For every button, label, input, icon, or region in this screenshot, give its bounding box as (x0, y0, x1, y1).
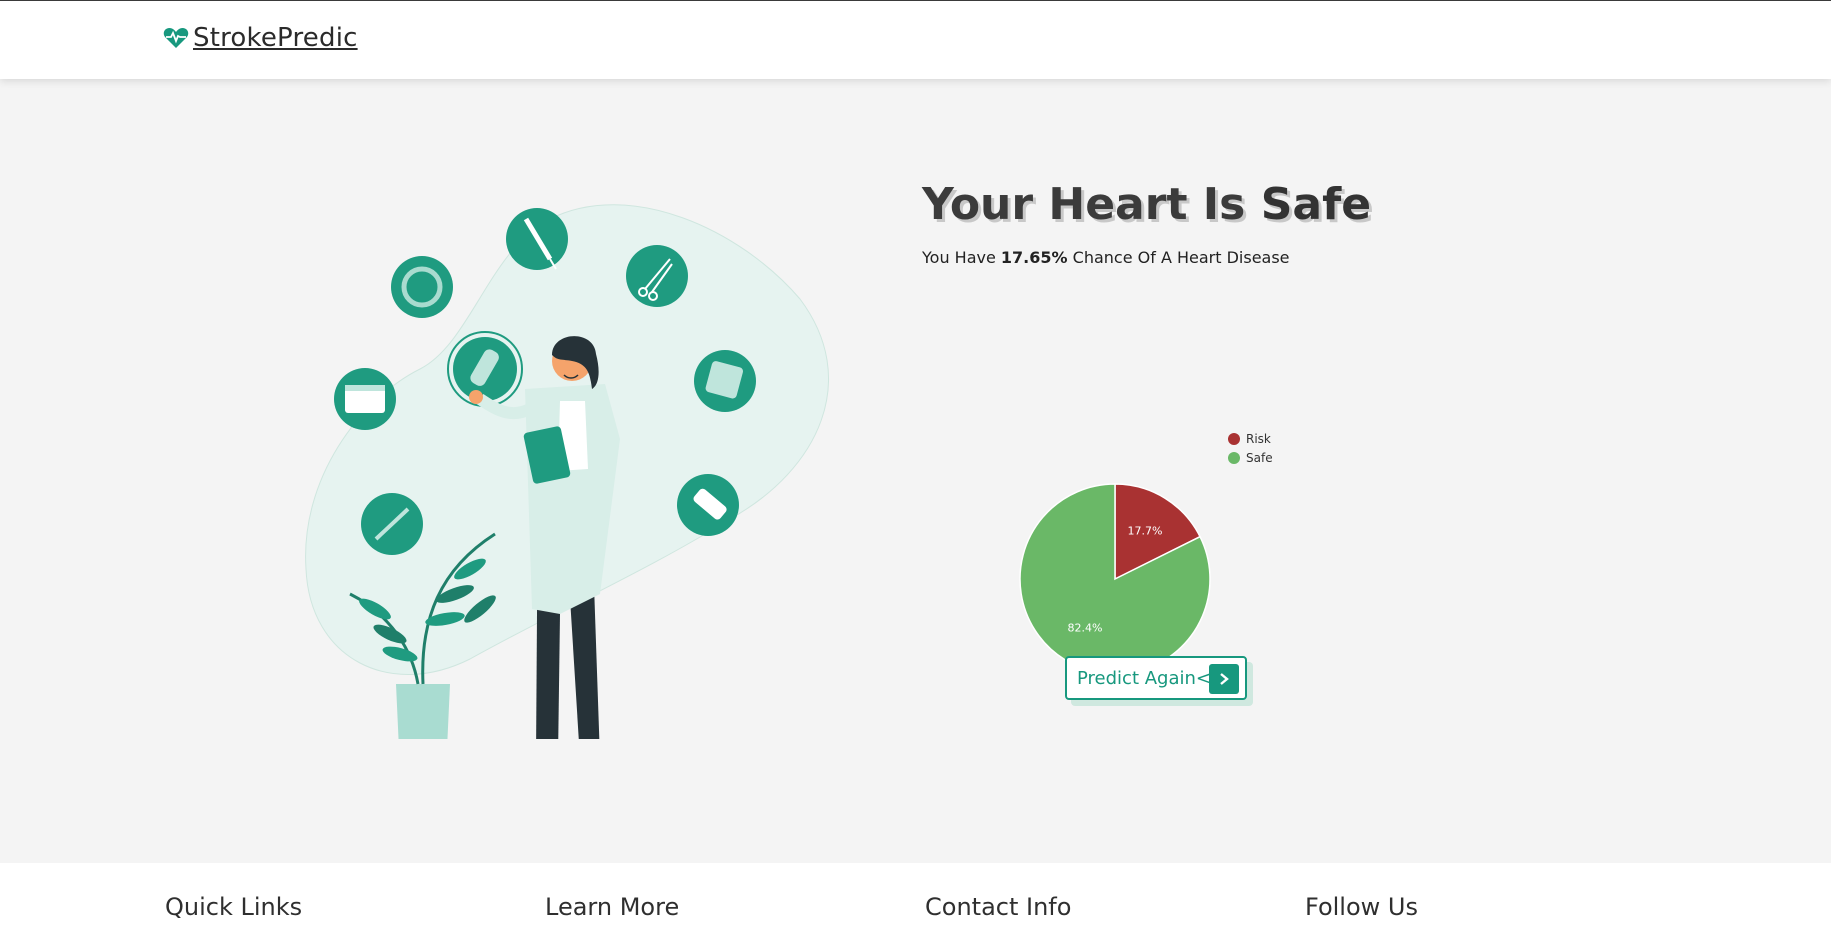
result-panel: Your Heart Is Safe You Have 17.65% Chanc… (922, 179, 1422, 267)
risk-percentage: 17.65% (1000, 248, 1068, 267)
footer: Quick Links Learn More Contact Info Foll… (0, 863, 1831, 949)
pie-label-risk: 17.7% (1128, 525, 1163, 538)
legend-item-risk[interactable]: Risk (1228, 429, 1273, 448)
result-subline: You Have 17.65% Chance Of A Heart Diseas… (922, 248, 1422, 267)
main-section: Your Heart Is Safe You Have 17.65% Chanc… (0, 79, 1831, 863)
predict-again-label: Predict Again< (1077, 667, 1211, 689)
legend-swatch (1228, 432, 1240, 445)
chart-legend: Risk Safe (1228, 429, 1273, 467)
result-headline: Your Heart Is Safe (922, 179, 1422, 230)
pie-label-safe: 82.4% (1068, 621, 1103, 634)
footer-follow-us: Follow Us (1305, 893, 1418, 921)
predict-again-button[interactable]: Predict Again< (1065, 656, 1247, 700)
thermometer-icon (361, 493, 423, 555)
chevron-right-icon (1209, 664, 1239, 694)
heart-pulse-icon (163, 27, 189, 49)
tablets-icon (677, 474, 739, 536)
legend-label: Risk (1246, 431, 1271, 446)
subline-suffix: Chance Of A Heart Disease (1072, 248, 1290, 267)
scissors-icon (626, 245, 688, 307)
footer-quick-links: Quick Links (165, 893, 303, 921)
headline-prefix: Your Heart Is (922, 179, 1246, 230)
calendar-icon (334, 368, 396, 430)
pill-box-icon (694, 350, 756, 412)
ring-icon (391, 256, 453, 318)
headline-status: Safe (1260, 179, 1372, 230)
brand-link[interactable]: StrokePredic (163, 23, 358, 53)
risk-pie-chart: Risk Safe 17.7% 82.4% (1000, 349, 1320, 689)
footer-contact-info: Contact Info (925, 893, 1072, 921)
legend-label: Safe (1246, 450, 1273, 465)
brand-name: StrokePredic (193, 23, 358, 53)
doctor-illustration (305, 204, 830, 739)
legend-swatch (1228, 451, 1240, 464)
legend-item-safe[interactable]: Safe (1228, 448, 1273, 467)
capsule-icon (447, 331, 523, 407)
pie-svg: 17.7% 82.4% (1019, 483, 1211, 675)
syringe-icon (506, 208, 568, 270)
footer-learn-more: Learn More (545, 893, 680, 921)
subline-prefix: You Have (922, 248, 996, 267)
top-navbar: StrokePredic (0, 0, 1831, 79)
